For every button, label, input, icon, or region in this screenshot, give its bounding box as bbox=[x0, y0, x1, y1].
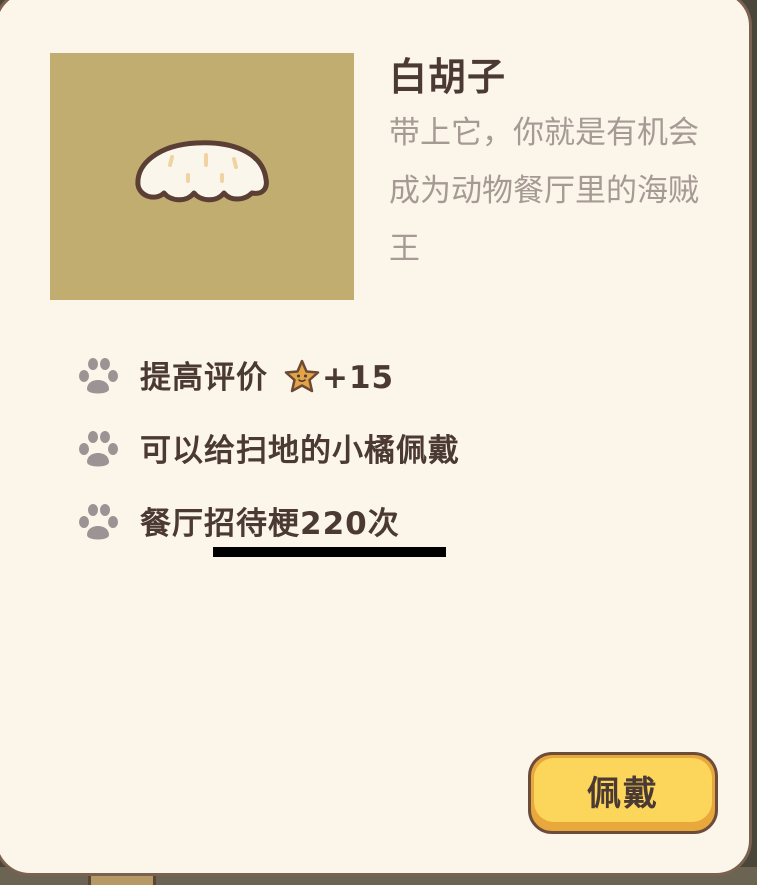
effect-label: 可以给扫地的小橘佩戴 bbox=[140, 433, 460, 469]
item-name: 白胡子 bbox=[389, 55, 507, 99]
item-effects-list: 提高评价 +15 可以给扫地的小橘佩戴 餐厅招待梗220次 bbox=[75, 338, 460, 557]
effect-label: 餐厅招待梗220次 bbox=[140, 506, 400, 542]
effect-wearer: 可以给扫地的小橘佩戴 bbox=[75, 411, 460, 484]
star-icon bbox=[284, 359, 320, 393]
annotation-underline bbox=[213, 547, 446, 557]
effect-rating: 提高评价 +15 bbox=[75, 338, 460, 411]
wear-button-label: 佩戴 bbox=[534, 758, 712, 822]
effect-label: 提高评价 bbox=[140, 360, 268, 396]
wear-button[interactable]: 佩戴 bbox=[528, 752, 718, 834]
rating-bonus: +15 bbox=[322, 360, 395, 396]
item-detail-card: 白胡子 带上它，你就是有机会成为动物餐厅里的海贼王 提高评价 +15 可以给扫地… bbox=[0, 0, 752, 876]
item-thumbnail bbox=[50, 53, 354, 300]
item-description: 带上它，你就是有机会成为动物餐厅里的海贼王 bbox=[389, 115, 699, 267]
paw-icon bbox=[79, 430, 118, 466]
white-beard-icon bbox=[135, 140, 269, 203]
paw-icon bbox=[79, 503, 118, 539]
paw-icon bbox=[79, 357, 118, 393]
